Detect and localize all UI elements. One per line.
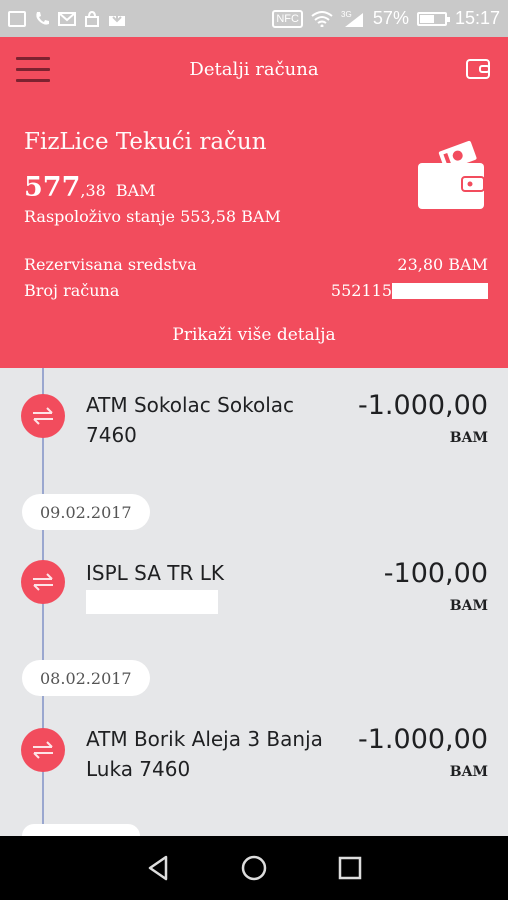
mail-icon xyxy=(58,11,76,26)
balance: 577,38 BAM xyxy=(24,172,156,203)
transfer-arrows-icon xyxy=(21,560,65,604)
transaction-timeline: ATM Sokolac Sokolac 7460 -1.000,00 BAM 0… xyxy=(0,368,508,836)
transaction-description: ATM Sokolac Sokolac 7460 xyxy=(86,393,295,447)
reserved-value: 23,80 BAM xyxy=(397,255,488,274)
date-separator-partial xyxy=(22,824,140,836)
transfer-arrows-icon xyxy=(21,728,65,772)
transaction-description: ISPL SA TR LK xyxy=(86,561,224,585)
redacted-block xyxy=(86,590,218,614)
notification-icons xyxy=(8,10,126,27)
reserved-label: Rezervisana sredstva xyxy=(24,255,197,274)
account-number-label: Broj računa xyxy=(24,281,120,300)
transaction-currency: BAM xyxy=(449,764,488,780)
account-number-row: Broj računa 552115 xyxy=(24,281,488,300)
phone-icon xyxy=(36,11,49,25)
wallet-icon[interactable] xyxy=(466,57,490,79)
date-separator: 08.02.2017 xyxy=(22,660,150,696)
balance-integer: 577 xyxy=(24,172,81,203)
transaction-currency: BAM xyxy=(449,598,488,614)
account-header: Detalji računa FizLice Tekući račun 577,… xyxy=(0,37,508,368)
wallet-cash-icon xyxy=(418,140,485,209)
download-icon xyxy=(109,11,125,26)
transaction-currency: BAM xyxy=(449,430,488,446)
balance-currency: BAM xyxy=(115,181,156,200)
transaction-amount: -100,00 xyxy=(383,558,488,589)
recents-icon[interactable] xyxy=(330,848,370,888)
transaction-item[interactable]: ATM Sokolac Sokolac 7460 -1.000,00 BAM xyxy=(0,386,508,496)
transaction-item[interactable]: ATM Borik Aleja 3 Banja Luka 7460 -1.000… xyxy=(0,720,508,830)
account-name: FizLice Tekući račun xyxy=(24,129,267,155)
account-number-value: 552115 xyxy=(331,281,488,300)
page-title: Detalji računa xyxy=(189,59,319,80)
shop-icon xyxy=(85,10,99,27)
show-more-details-link[interactable]: Prikaži više detalja xyxy=(0,325,508,345)
transaction-item[interactable]: ISPL SA TR LK -100,00 BAM xyxy=(0,554,508,664)
battery-icon xyxy=(416,11,450,26)
transaction-amount: -1.000,00 xyxy=(358,724,488,755)
date-separator: 09.02.2017 xyxy=(22,494,150,530)
redacted-block xyxy=(392,282,488,299)
clock: 15:17 xyxy=(454,8,500,28)
gallery-icon xyxy=(8,10,26,27)
transaction-amount: -1.000,00 xyxy=(358,390,488,421)
home-icon[interactable] xyxy=(234,848,274,888)
transfer-arrows-icon xyxy=(21,394,65,438)
transaction-description: ATM Borik Aleja 3 Banja Luka 7460 xyxy=(86,727,323,781)
account-number-prefix: 552115 xyxy=(330,281,392,300)
battery-percent: 57% xyxy=(372,8,409,28)
status-bar: NFC 3G 57% 15:17 xyxy=(0,0,508,37)
system-nav-bar xyxy=(0,836,508,900)
system-status: NFC 3G 57% 15:17 xyxy=(272,8,500,29)
balance-decimal: ,38 xyxy=(80,181,106,200)
signal-icon: 3G xyxy=(341,10,363,27)
wifi-icon xyxy=(311,10,333,27)
nfc-icon: NFC xyxy=(272,9,303,28)
available-balance: Raspoloživo stanje 553,58 BAM xyxy=(24,207,281,226)
back-icon[interactable] xyxy=(138,848,178,888)
reserved-row: Rezervisana sredstva 23,80 BAM xyxy=(24,255,488,274)
svg-text:3G: 3G xyxy=(341,10,352,19)
